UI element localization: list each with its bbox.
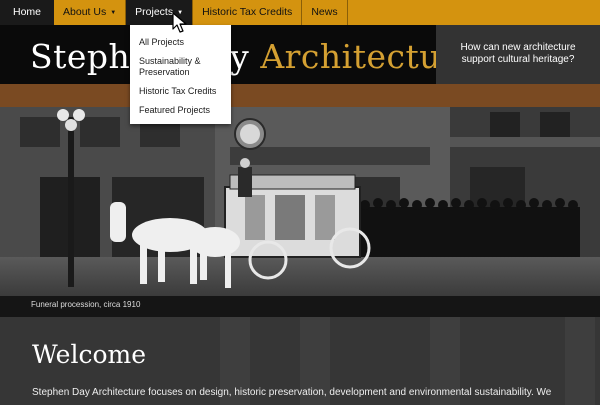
nav-news[interactable]: News bbox=[302, 0, 348, 25]
hero-photo bbox=[0, 107, 600, 317]
projects-dropdown: All Projects Sustainability & Preservati… bbox=[130, 25, 231, 124]
mouse-cursor-icon bbox=[172, 12, 187, 33]
dropdown-item-sustainability[interactable]: Sustainability & Preservation bbox=[130, 51, 231, 81]
hero-photo-illustration bbox=[0, 107, 600, 317]
dropdown-item-all-projects[interactable]: All Projects bbox=[130, 32, 231, 51]
nav-home-label: Home bbox=[13, 6, 42, 18]
nav-home[interactable]: Home bbox=[0, 0, 55, 25]
dropdown-item-historic-tax-credits[interactable]: Historic Tax Credits bbox=[130, 81, 231, 100]
nav-news-label: News bbox=[311, 6, 338, 18]
welcome-text: Stephen Day Architecture focuses on desi… bbox=[32, 387, 552, 398]
tagline: How can new architecture support cultura… bbox=[460, 42, 576, 65]
hero-caption: Funeral procession, circa 1910 bbox=[31, 300, 141, 309]
nav-about-us[interactable]: About Us ▼ bbox=[54, 0, 127, 25]
chevron-down-icon: ▼ bbox=[110, 10, 117, 16]
main-nav: Home About Us ▼ Projects ▼ Historic Tax Cr… bbox=[0, 0, 600, 25]
tagline-panel: How can new architecture support cultura… bbox=[436, 25, 600, 84]
welcome-title: Welcome bbox=[32, 340, 147, 369]
site-logo[interactable]: Stephen Day Architecture bbox=[30, 37, 477, 76]
dropdown-item-featured-projects[interactable]: Featured Projects bbox=[130, 100, 231, 119]
accent-bar bbox=[0, 84, 600, 107]
nav-projects-label: Projects bbox=[135, 6, 174, 18]
nav-about-us-label: About Us bbox=[63, 6, 107, 18]
nav-historic-tax-credits[interactable]: Historic Tax Credits bbox=[193, 0, 303, 25]
nav-historic-tax-credits-label: Historic Tax Credits bbox=[202, 6, 293, 18]
